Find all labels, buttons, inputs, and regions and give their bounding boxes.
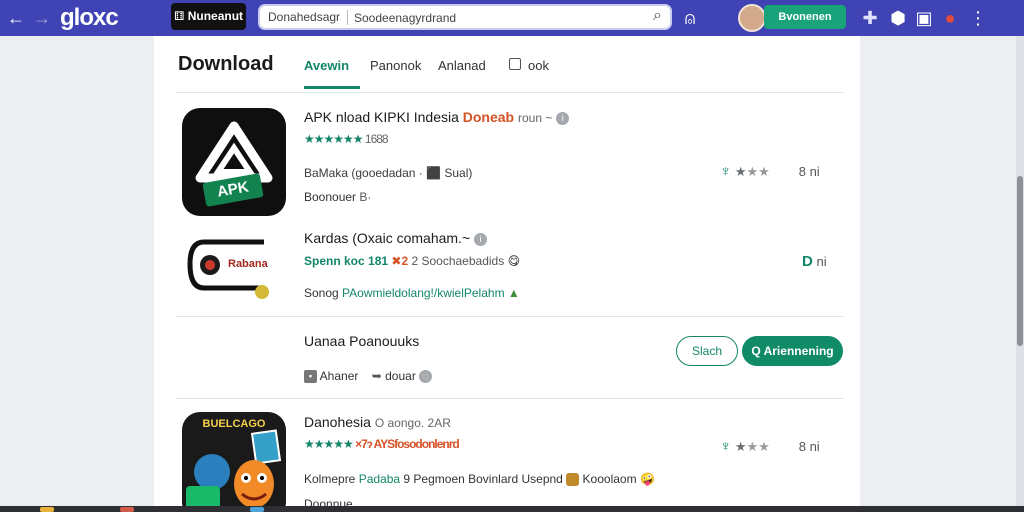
app-title[interactable]: Kardas (Oxaic comaham.~ i bbox=[304, 230, 488, 246]
tree-icon: ▲ bbox=[507, 286, 520, 300]
page-title: Download bbox=[178, 53, 274, 75]
avatar[interactable] bbox=[738, 4, 766, 32]
taskbar bbox=[0, 506, 1024, 512]
active-tab-indicator bbox=[304, 86, 360, 89]
rating-stars: ★★★★★ ×7ɂ AYSfosodonlenrd bbox=[304, 437, 460, 451]
share-icon[interactable]: ➥ bbox=[372, 369, 382, 383]
rating-stars: ★★★★★★ 1688 bbox=[304, 132, 389, 146]
tab-avewin[interactable]: Avewin bbox=[304, 58, 349, 73]
user-rating[interactable]: ♆ ★★★ 8 ni bbox=[720, 438, 820, 455]
search-input[interactable] bbox=[354, 8, 634, 27]
account-button[interactable]: Bvonenen bbox=[764, 5, 846, 29]
coin-icon bbox=[566, 473, 580, 487]
app-title[interactable]: APK nload KIPKI Indesia Doneab roun ~ i bbox=[304, 109, 570, 125]
window-icon[interactable]: ▣ bbox=[912, 6, 936, 30]
rabana-logo-text: Rabana bbox=[228, 258, 268, 270]
meta-link[interactable]: PAowmieldolang!/kwielPelahm bbox=[342, 286, 505, 300]
tab-ook[interactable]: ook bbox=[528, 58, 549, 73]
taskbar-app-icon[interactable] bbox=[120, 507, 134, 512]
taskbar-app-icon[interactable] bbox=[250, 507, 264, 512]
emoji-icon: 🤪 bbox=[639, 472, 655, 486]
app-meta: Kolmepre Padaba 9 Pegmoen Bovinlard Usep… bbox=[304, 472, 655, 487]
app-meta: BaMaka (gooedadan · ⬛ Sual) bbox=[304, 166, 473, 180]
app-meta: ▪ Ahaner ➥ douar ◌ bbox=[304, 369, 433, 384]
grid-icon[interactable] bbox=[509, 58, 521, 70]
notification-icon[interactable]: ⍝ bbox=[678, 6, 702, 30]
badge-d: D bbox=[802, 253, 813, 270]
game-app-icon[interactable]: BUELCAGO bbox=[182, 412, 286, 506]
developer-link[interactable]: Doonnue bbox=[304, 497, 353, 506]
add-icon[interactable]: ✚ bbox=[858, 6, 882, 30]
tab-panonok[interactable]: Panonok bbox=[370, 58, 421, 73]
developer-link[interactable]: Boonouer B· bbox=[304, 190, 371, 204]
slach-button[interactable]: Slach bbox=[676, 336, 738, 366]
more-menu-icon[interactable]: ⋮ bbox=[966, 6, 990, 30]
badge-rating[interactable]: D ni bbox=[802, 253, 827, 270]
tab-anlanad[interactable]: Anlanad bbox=[438, 58, 486, 73]
item-divider bbox=[176, 316, 844, 317]
app-stats: Spenn koc 181 ✖2 2 Soochaebadids 😋 bbox=[304, 254, 521, 268]
tabs-divider bbox=[176, 92, 844, 93]
ariennening-button[interactable]: Q Ariennening bbox=[742, 336, 843, 366]
scrollbar[interactable] bbox=[1016, 36, 1024, 506]
search-bar[interactable]: Donahedsagr ⌕ bbox=[258, 4, 672, 30]
app-meta: Sonog PAowmieldolang!/kwielPelahm ▲ bbox=[304, 286, 520, 300]
back-arrow-icon[interactable]: ← bbox=[4, 6, 28, 30]
item-divider bbox=[176, 398, 844, 399]
thumbs-up-icon[interactable]: ♆ bbox=[720, 163, 731, 180]
user-rating[interactable]: ♆ ★★★ 8 ni bbox=[720, 163, 820, 180]
extension-icon[interactable]: ⬢ bbox=[886, 6, 910, 30]
forward-arrow-icon[interactable]: → bbox=[30, 6, 54, 30]
rabana-app-icon[interactable]: Rabana bbox=[184, 232, 280, 302]
scrollbar-thumb[interactable] bbox=[1017, 176, 1023, 346]
brand-logo[interactable]: gloxc bbox=[60, 4, 119, 32]
thumbs-up-icon[interactable]: ♆ bbox=[720, 438, 731, 455]
search-icon[interactable]: ⌕ bbox=[653, 7, 662, 25]
profile-icon[interactable]: ● bbox=[938, 6, 962, 30]
taskbar-app-icon[interactable] bbox=[40, 507, 54, 512]
info-icon[interactable]: i bbox=[556, 111, 570, 125]
search-scope-select[interactable]: Donahedsagr bbox=[268, 10, 340, 24]
site-logo[interactable]: ⚅ Nuneanut bbox=[171, 3, 246, 30]
settings-icon[interactable]: ◌ bbox=[419, 370, 433, 384]
apk-app-icon[interactable]: APK bbox=[182, 108, 286, 216]
app-title[interactable]: Uanaa Poanouuks bbox=[304, 333, 419, 349]
info-icon[interactable]: i bbox=[474, 232, 488, 246]
meta-link[interactable]: Padaba bbox=[359, 472, 400, 486]
search-divider bbox=[347, 10, 348, 25]
top-bar: ← → gloxc ⚅ Nuneanut Donahedsagr ⌕ ⍝ Bvo… bbox=[0, 0, 1024, 36]
game-character-icon bbox=[186, 429, 282, 506]
app-title[interactable]: Danohesia O aongo. 2AR bbox=[304, 414, 451, 430]
download-panel: Download Avewin Panonok Anlanad ook APK … bbox=[154, 36, 860, 506]
image-icon: ▪ bbox=[304, 370, 317, 384]
emoji-icon: 😋 bbox=[507, 254, 521, 268]
